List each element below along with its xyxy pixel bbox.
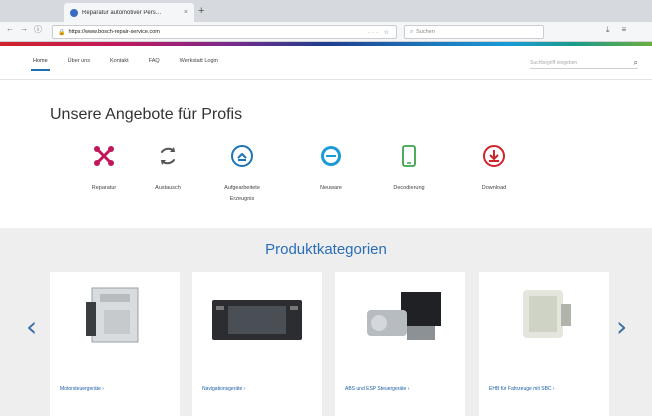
page-actions[interactable]: ··· ☆	[368, 29, 391, 36]
category-label: Motorsteuergeräte ›	[60, 386, 104, 392]
offer-exchange[interactable]: Austausch	[128, 144, 208, 194]
ehb-unit-image	[523, 290, 571, 338]
toolbar-right: ⤓ ≡	[606, 25, 626, 35]
new-product-icon	[321, 146, 341, 166]
site-search-placeholder: Suchbegriff eingeben	[530, 60, 578, 66]
browser-nav-buttons: ← → ⓘ	[6, 24, 42, 35]
offer-label: Austausch	[155, 185, 181, 191]
offer-label: Decodierung	[393, 185, 425, 191]
browser-tab-bar: Reparatur automotiver Pers… × +	[0, 0, 652, 22]
offer-remanufactured[interactable]: Aufgearbeitete Erzeugnis	[202, 144, 282, 205]
tab-close-icon[interactable]: ×	[184, 9, 188, 16]
offer-label: Neuware	[319, 185, 342, 191]
exchange-icon	[161, 147, 175, 165]
abs-esp-unit-image	[367, 292, 441, 340]
new-tab-button[interactable]: +	[198, 4, 204, 18]
category-card[interactable]: Motorsteuergeräte ›	[50, 272, 180, 416]
browser-search-placeholder: Suchen	[416, 29, 435, 35]
menu-icon[interactable]: ≡	[622, 25, 627, 35]
remanufactured-icon	[231, 145, 253, 167]
forward-icon[interactable]: →	[20, 24, 28, 35]
search-icon: ⌕	[410, 28, 414, 35]
offer-label: Download	[481, 185, 507, 191]
category-label: Navigationsgeräte ›	[202, 386, 246, 392]
category-label: EHB für Fahrzeuge mit SBC ›	[489, 386, 555, 392]
nav-links: Home Über uns Kontakt FAQ Werkstatt Logi…	[31, 58, 218, 71]
engine-control-unit-image	[86, 287, 139, 343]
nav-about[interactable]: Über uns	[68, 58, 90, 64]
carousel-next-icon[interactable]: ›	[616, 312, 627, 342]
tools-icon	[94, 146, 114, 166]
browser-search-input[interactable]: ⌕ Suchen	[404, 25, 544, 39]
info-icon[interactable]: ⓘ	[34, 24, 42, 35]
category-card[interactable]: Navigationsgeräte ›	[192, 272, 322, 416]
address-bar[interactable]: 🔒 https://www.bosch-repair-service.com ·…	[52, 25, 397, 39]
nav-workshop-login[interactable]: Werkstatt Login	[180, 58, 218, 64]
category-label: ABS und ESP Steuergeräte ›	[345, 386, 410, 392]
search-icon[interactable]: ⌕	[634, 58, 638, 68]
nav-faq[interactable]: FAQ	[149, 58, 160, 64]
nav-contact[interactable]: Kontakt	[110, 58, 129, 64]
category-card[interactable]: ABS und ESP Steuergeräte ›	[335, 272, 465, 416]
favicon-icon	[70, 8, 78, 17]
carousel-prev-icon[interactable]: ‹	[26, 312, 37, 342]
lock-icon: 🔒	[58, 29, 66, 36]
phone-icon	[402, 145, 416, 167]
download-icon	[483, 145, 505, 167]
offer-decoding[interactable]: Decodierung	[369, 144, 449, 194]
offer-label: Aufgearbeitete Erzeugnis	[224, 185, 260, 202]
navigation-device-image	[212, 300, 302, 340]
download-toolbar-icon[interactable]: ⤓	[606, 25, 610, 35]
tab-title: Reparatur automotiver Pers…	[82, 9, 162, 16]
category-card[interactable]: EHB für Fahrzeuge mit SBC ›	[479, 272, 609, 416]
browser-tab[interactable]: Reparatur automotiver Pers… ×	[64, 3, 194, 22]
offer-download[interactable]: Download	[454, 144, 534, 194]
site-search-input[interactable]: Suchbegriff eingeben ⌕	[530, 58, 638, 69]
offers-title: Unsere Angebote für Profis	[50, 106, 243, 123]
nav-home[interactable]: Home	[31, 58, 50, 71]
offer-new-product[interactable]: Neuware	[291, 144, 371, 194]
site-navigation: Home Über uns Kontakt FAQ Werkstatt Logi…	[0, 46, 652, 80]
url-text: https://www.bosch-repair-service.com	[68, 29, 160, 35]
back-icon[interactable]: ←	[6, 24, 14, 35]
categories-title: Produktkategorien	[265, 241, 387, 258]
